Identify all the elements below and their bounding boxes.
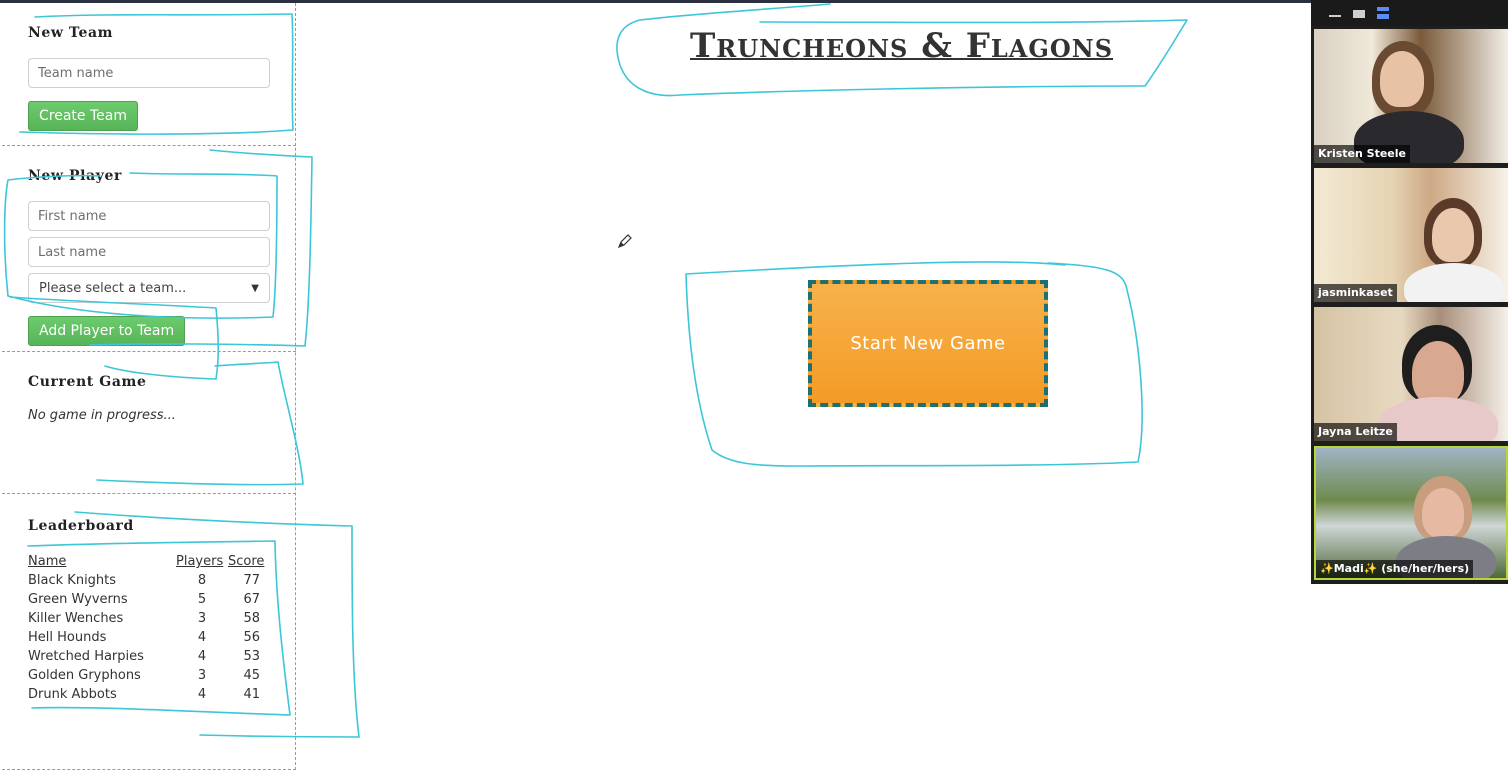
- video-panel-toolbar: [1311, 0, 1508, 26]
- players-cell: 5: [197, 592, 207, 607]
- participant-name: jasminkaset: [1314, 284, 1397, 302]
- players-cell: 3: [197, 611, 207, 626]
- leaderboard-heading: Leaderboard: [28, 518, 134, 534]
- players-cell: 4: [197, 687, 207, 702]
- column-header-name[interactable]: Name: [28, 552, 176, 571]
- new-player-heading: New Player: [28, 168, 122, 184]
- participant-video-tile[interactable]: Jayna Leitze: [1314, 307, 1508, 441]
- new-team-section: New Team Create Team: [2, 3, 296, 146]
- first-name-input[interactable]: [28, 201, 270, 231]
- current-game-section: Current Game No game in progress...: [2, 352, 296, 494]
- leaderboard-header-row: Name Players Score: [28, 552, 268, 571]
- team-name-cell: Hell Hounds: [28, 630, 107, 645]
- participant-name: Kristen Steele: [1314, 145, 1410, 163]
- score-cell: 56: [243, 630, 260, 645]
- team-name-cell: Killer Wenches: [28, 611, 124, 626]
- table-row: Drunk Abbots 4 41: [28, 685, 268, 704]
- sidebar: New Team Create Team New Player Please s…: [2, 3, 296, 770]
- team-name-cell: Green Wyverns: [28, 592, 128, 607]
- score-cell: 77: [243, 573, 260, 588]
- team-select[interactable]: Please select a team... ▼: [28, 273, 270, 303]
- players-cell: 4: [197, 649, 207, 664]
- participant-video-tile[interactable]: jasminkaset: [1314, 168, 1508, 302]
- table-row: Killer Wenches 3 58: [28, 609, 268, 628]
- team-select-value: Please select a team...: [39, 280, 187, 296]
- participant-name: Jayna Leitze: [1314, 423, 1397, 441]
- score-cell: 67: [243, 592, 260, 607]
- participant-name: ✨Madi✨ (she/her/hers): [1316, 560, 1474, 578]
- team-name-cell: Wretched Harpies: [28, 649, 144, 664]
- participant-face: [1432, 208, 1474, 262]
- restore-icon[interactable]: [1353, 10, 1365, 18]
- start-new-game-button[interactable]: Start New Game: [808, 280, 1048, 407]
- table-row: Wretched Harpies 4 53: [28, 647, 268, 666]
- participant-face: [1380, 51, 1424, 107]
- chevron-down-icon: ▼: [251, 282, 259, 294]
- column-header-score[interactable]: Score: [228, 552, 268, 571]
- create-team-button[interactable]: Create Team: [28, 101, 138, 131]
- table-row: Green Wyverns 5 67: [28, 590, 268, 609]
- participant-face: [1412, 341, 1464, 405]
- score-cell: 58: [243, 611, 260, 626]
- column-header-players[interactable]: Players: [176, 552, 228, 571]
- score-cell: 41: [243, 687, 260, 702]
- app-title: Truncheons & Flagons: [690, 26, 1114, 66]
- new-team-heading: New Team: [28, 25, 114, 41]
- score-cell: 53: [243, 649, 260, 664]
- new-player-section: New Player Please select a team... ▼ Add…: [2, 146, 296, 352]
- add-player-button[interactable]: Add Player to Team: [28, 316, 186, 346]
- participant-body: [1404, 263, 1504, 302]
- minimize-icon[interactable]: [1329, 15, 1341, 17]
- players-cell: 4: [197, 630, 207, 645]
- pen-cursor-icon: [618, 234, 632, 248]
- team-name-cell: Black Knights: [28, 573, 117, 588]
- table-row: Hell Hounds 4 56: [28, 628, 268, 647]
- table-row: Black Knights 8 77: [28, 571, 268, 590]
- players-cell: 8: [197, 573, 207, 588]
- players-cell: 3: [197, 668, 207, 683]
- participant-video-tile-active[interactable]: ✨Madi✨ (she/her/hers): [1314, 446, 1508, 580]
- last-name-input[interactable]: [28, 237, 270, 267]
- team-name-input[interactable]: [28, 58, 270, 88]
- leaderboard-section: Leaderboard Name Players Score Black Kni…: [2, 494, 296, 770]
- participant-face: [1422, 488, 1464, 538]
- score-cell: 45: [243, 668, 260, 683]
- team-name-cell: Golden Gryphons: [28, 668, 141, 683]
- current-game-heading: Current Game: [28, 374, 147, 390]
- gallery-view-icon[interactable]: [1377, 7, 1389, 19]
- leaderboard-table: Name Players Score Black Knights 8 77 Gr…: [28, 552, 268, 704]
- table-row: Golden Gryphons 3 45: [28, 666, 268, 685]
- video-panel: Kristen Steele jasminkaset Jayna Leitze …: [1311, 0, 1508, 584]
- team-name-cell: Drunk Abbots: [28, 687, 117, 702]
- game-status-text: No game in progress...: [28, 408, 176, 423]
- participant-video-tile[interactable]: Kristen Steele: [1314, 29, 1508, 163]
